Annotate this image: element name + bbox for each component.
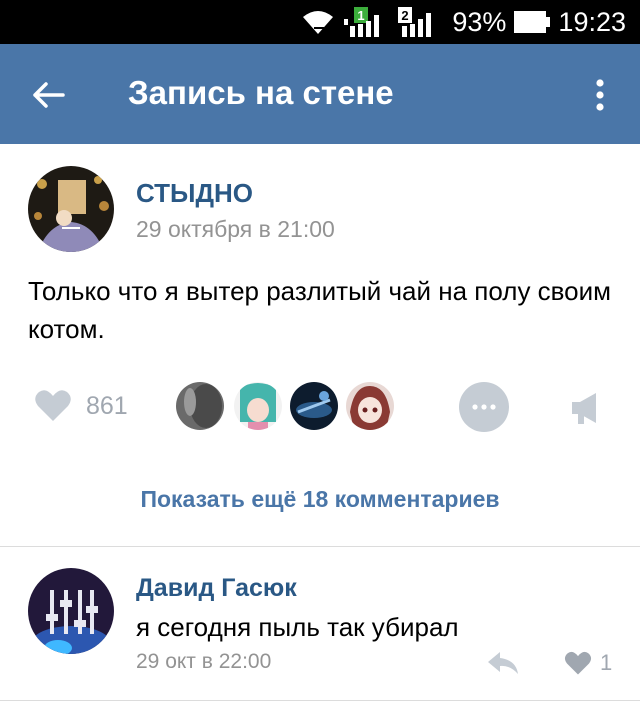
post-author-avatar[interactable] [28,166,114,252]
liker-avatar[interactable] [346,382,394,430]
app-bar: Запись на стене [0,44,640,144]
share-button[interactable] [566,388,606,428]
comment-author-avatar[interactable] [28,568,114,654]
liker-avatar[interactable] [176,382,224,430]
reply-icon [488,652,518,674]
megaphone-icon [572,393,596,424]
divider [0,546,640,547]
liker-avatar[interactable] [234,382,282,430]
page-title: Запись на стене [128,74,394,111]
post-date: 29 октября в 21:00 [136,216,335,242]
sim2-label: 2 [402,8,409,23]
status-bar: 1 2 93% 19:23 [0,0,640,44]
divider [0,700,640,701]
comment-like-button[interactable]: 1 [564,648,612,678]
more-vert-icon [596,79,604,111]
back-button[interactable] [22,68,76,122]
heart-icon [564,651,592,675]
more-likers-button[interactable] [459,382,509,432]
like-button[interactable]: 861 [34,386,128,426]
reply-button[interactable] [486,648,520,678]
battery-percent: 93% [452,6,507,37]
like-count: 861 [86,391,128,420]
liker-avatar[interactable] [290,382,338,430]
post-author-name[interactable]: СТЫДНО [136,178,253,209]
more-horiz-icon [472,404,496,410]
sim1-signal-icon: 1 [344,7,390,37]
sim2-signal-icon: 2 [398,7,444,37]
comment-date: 29 окт в 22:00 [136,650,272,673]
back-arrow-icon [33,82,65,108]
battery-icon [514,11,551,33]
wifi-icon [300,8,336,36]
sim1-label: 1 [358,8,365,23]
comment-author-name[interactable]: Давид Гасюк [136,574,297,603]
post-text: Только что я вытер разлитый чай на полу … [28,276,612,344]
comment-like-count: 1 [600,650,613,675]
overflow-menu-button[interactable] [580,70,620,120]
comment-text: я сегодня пыль так убирал [136,612,459,642]
heart-icon [35,390,71,421]
clock: 19:23 [558,6,626,37]
show-more-comments-link[interactable]: Показать ещё 18 комментариев [0,486,640,513]
